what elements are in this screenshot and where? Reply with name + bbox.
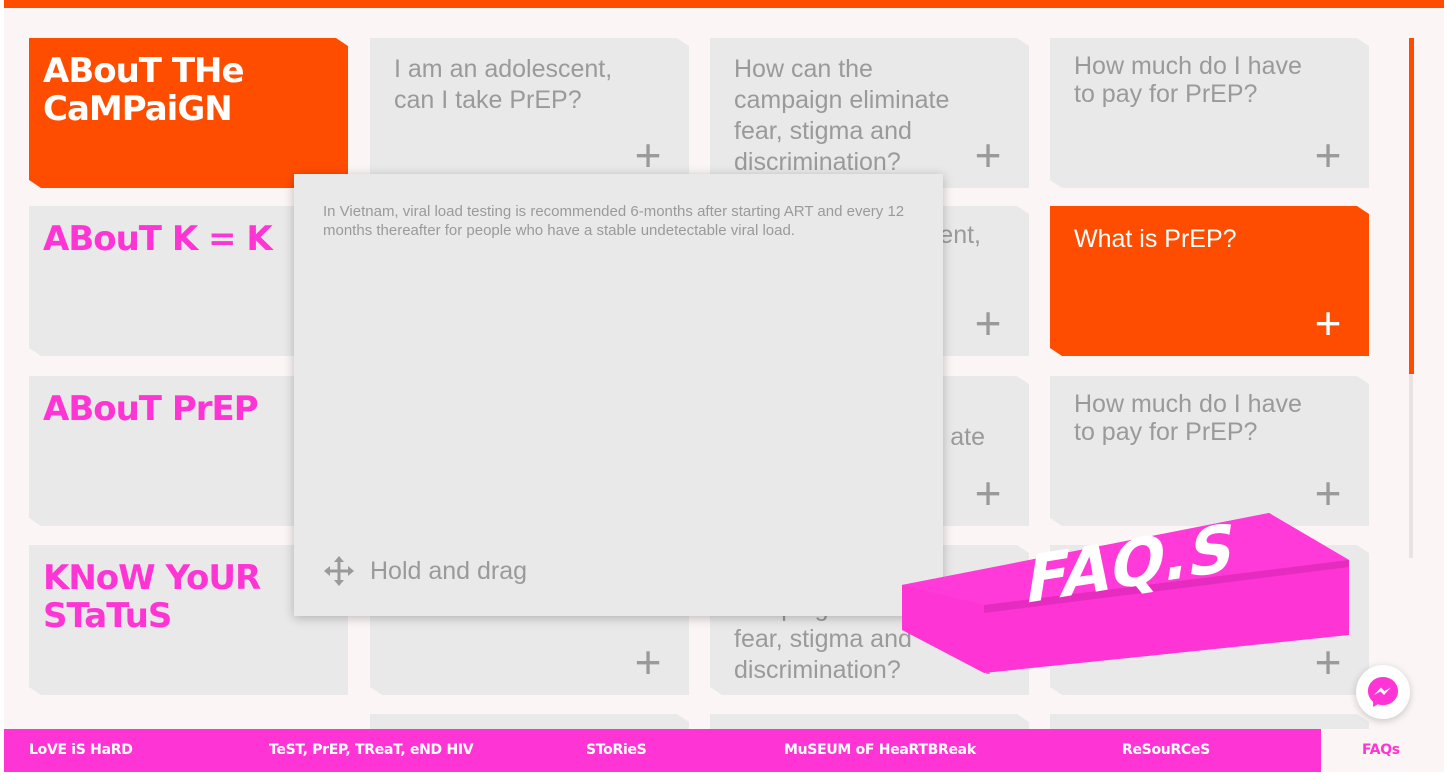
plus-icon[interactable]: + <box>971 306 1005 340</box>
nav-resources[interactable]: ReSouRCeS <box>1122 729 1210 772</box>
nav-stories[interactable]: SToRieS <box>586 729 647 772</box>
plus-icon[interactable]: + <box>631 645 665 679</box>
faq-card[interactable]: How much do I have to pay for PrEP? + <box>1050 38 1369 188</box>
nav-faqs[interactable]: FAQs <box>1362 729 1400 772</box>
faq-card[interactable]: How much do I have to pay for PrEP? + <box>1050 376 1369 526</box>
plus-icon[interactable]: + <box>631 138 665 172</box>
messenger-icon <box>1368 677 1398 707</box>
faq-question: How much do I have to pay for PrEP? <box>1074 52 1302 108</box>
messenger-chat-button[interactable] <box>1356 665 1410 719</box>
bottom-nav: LoVE iS HaRD TeST, PrEP, TReaT, eND HIV … <box>4 729 1444 772</box>
plus-icon[interactable]: + <box>971 138 1005 172</box>
move-icon <box>324 556 354 586</box>
faq-answer-text: In Vietnam, viral load testing is recomm… <box>323 203 905 239</box>
faq-card-active[interactable]: What is PrEP? + <box>1050 206 1369 356</box>
page-frame: ABouT THe CaMPaiGN ABouT K = K ABouT PrE… <box>4 0 1444 772</box>
nav-love-is-hard[interactable]: LoVE iS HaRD <box>29 729 133 772</box>
faq-question: ate <box>950 423 985 451</box>
drag-hint: Hold and drag <box>370 556 528 585</box>
plus-icon[interactable]: + <box>1311 138 1345 172</box>
faq-question: How much do I have to pay for PrEP? <box>1074 390 1302 446</box>
nav-test-prep-treat[interactable]: TeST, PrEP, TReaT, eND HIV <box>269 729 474 772</box>
plus-icon[interactable]: + <box>1311 306 1345 340</box>
faqs-badge: FAQ.S <box>902 509 1349 673</box>
faq-question: I am an adolescent, can I take PrEP? <box>394 55 613 114</box>
faq-card[interactable]: I am an adolescent, can I take PrEP? + <box>370 38 689 188</box>
faq-card[interactable]: How can the campaign eliminate fear, sti… <box>710 38 1029 188</box>
nav-museum-of-heartbreak[interactable]: MuSEUM oF HeaRTBReak <box>784 729 976 772</box>
faq-answer-popup[interactable]: In Vietnam, viral load testing is recomm… <box>294 174 943 616</box>
drag-handle[interactable]: Hold and drag <box>324 556 527 586</box>
top-accent-bar <box>4 0 1444 8</box>
category-label: ABouT THe CaMPaiGN <box>43 51 244 129</box>
scrollbar-thumb[interactable] <box>1409 38 1414 374</box>
category-about-campaign[interactable]: ABouT THe CaMPaiGN <box>29 38 348 188</box>
faq-question: ent, <box>939 221 981 249</box>
faq-question: What is PrEP? <box>1074 225 1237 253</box>
